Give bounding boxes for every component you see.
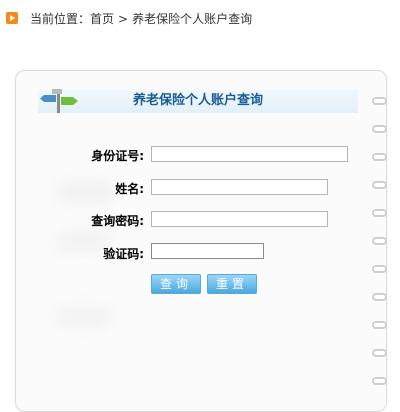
breadcrumb-home-link[interactable]: 首页: [90, 12, 114, 26]
binder-ring: [372, 181, 387, 189]
decorative-blur: [56, 306, 111, 328]
breadcrumb-current: 养老保险个人账户查询: [132, 11, 253, 26]
binder-ring: [372, 377, 387, 385]
captcha-input[interactable]: [151, 243, 264, 259]
query-button[interactable]: 查询: [151, 274, 201, 294]
panel-title-bar: 养老保险个人账户查询: [38, 89, 358, 113]
binder-ring: [372, 321, 387, 329]
binder-ring: [372, 209, 387, 217]
panel-title: 养老保险个人账户查询: [132, 93, 263, 108]
binder-ring: [372, 237, 387, 245]
breadcrumb-text: 当前位置：首页 > 养老保险个人账户查询: [30, 10, 252, 27]
binder-ring: [372, 153, 387, 161]
arrow-right-icon: [6, 12, 18, 24]
query-panel: 养老保险个人账户查询: [15, 70, 387, 412]
id-number-label: 身份证号:: [91, 149, 144, 163]
breadcrumb: 当前位置：首页 > 养老保险个人账户查询: [6, 10, 252, 26]
id-number-input[interactable]: [151, 146, 348, 162]
binder-ring: [372, 125, 387, 133]
name-label: 姓名:: [115, 182, 144, 196]
binder-ring: [372, 265, 387, 273]
binder-ring: [372, 349, 387, 357]
breadcrumb-prefix: 当前位置：: [30, 11, 91, 26]
binder-ring: [372, 293, 387, 301]
name-input[interactable]: [151, 179, 328, 195]
query-password-input[interactable]: [151, 211, 328, 227]
breadcrumb-separator: >: [118, 11, 129, 26]
reset-button[interactable]: 重置: [207, 274, 257, 294]
captcha-label: 验证码:: [103, 247, 144, 261]
query-password-label: 查询密码:: [91, 214, 144, 228]
binder-ring: [372, 97, 387, 105]
